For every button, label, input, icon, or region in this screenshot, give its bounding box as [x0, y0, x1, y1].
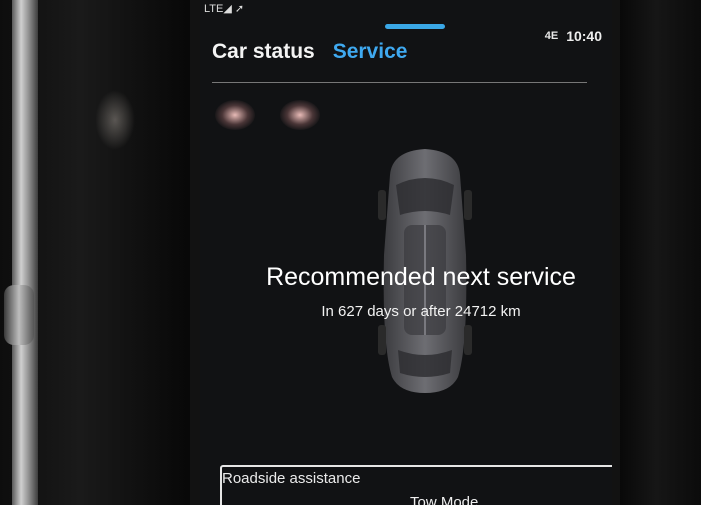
- silver-trim: [12, 0, 38, 511]
- dashboard-right-panel: [611, 0, 701, 511]
- header-divider: [212, 82, 587, 83]
- reflection-right: [280, 100, 320, 130]
- infotainment-screen: LTE◢ ➚ 4E 10:40 Car status Service Recom…: [200, 0, 612, 511]
- bottom-border: [0, 505, 701, 511]
- status-right: 4E 10:40: [545, 28, 602, 44]
- tab-service[interactable]: Service: [333, 40, 408, 64]
- reflection-left: [215, 100, 255, 130]
- glass-glare: [95, 90, 135, 150]
- service-title: Recommended next service: [266, 263, 576, 291]
- ceiling-light-reflections: [215, 100, 320, 130]
- car-infotainment-photo: LTE◢ ➚ 4E 10:40 Car status Service Recom…: [0, 0, 701, 511]
- clock: 10:40: [566, 28, 602, 44]
- control-knob: [4, 285, 34, 345]
- connectivity-icon: 4E: [544, 30, 559, 42]
- tab-car-status[interactable]: Car status: [212, 40, 315, 64]
- roadside-assistance-label[interactable]: Roadside assistance: [222, 470, 360, 487]
- status-indicators: LTE◢ ➚: [204, 3, 245, 15]
- header-tabs: Car status Service: [212, 40, 407, 64]
- service-detail: In 627 days or after 24712 km: [321, 303, 521, 320]
- status-bar: LTE◢ ➚: [200, 0, 612, 22]
- pull-down-handle[interactable]: [385, 24, 445, 29]
